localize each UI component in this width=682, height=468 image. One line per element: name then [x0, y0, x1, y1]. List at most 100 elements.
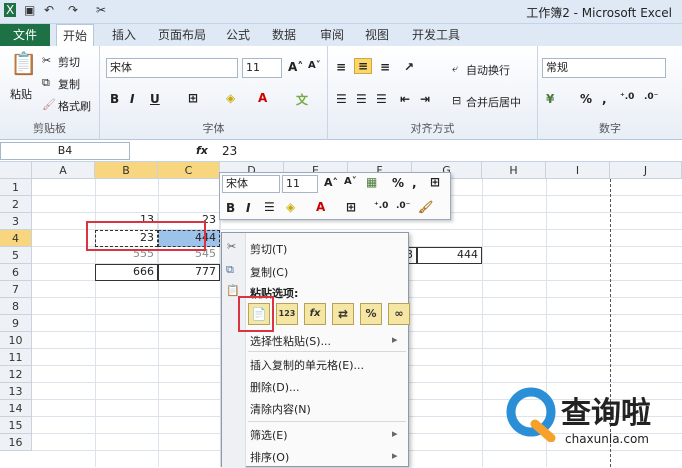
row-header[interactable]: 5 — [0, 247, 32, 264]
mini-format-painter-icon[interactable]: 🖌 — [418, 200, 433, 214]
row-header[interactable]: 12 — [0, 366, 32, 383]
fill-color-icon[interactable]: ◈ — [226, 91, 235, 105]
font-color-icon[interactable]: A — [258, 91, 267, 105]
align-right-icon[interactable]: ☰ — [376, 92, 387, 106]
row-header[interactable]: 3 — [0, 213, 32, 230]
col-header[interactable]: C — [158, 162, 220, 179]
row-header[interactable]: 1 — [0, 179, 32, 196]
mini-center-icon[interactable]: ☰ — [264, 200, 275, 214]
tab-home[interactable]: 开始 — [56, 24, 95, 46]
percent-button[interactable]: % — [580, 92, 592, 106]
menu-filter[interactable]: 筛选(E) — [250, 427, 288, 443]
cut-icon[interactable]: ✂ — [42, 54, 51, 67]
mini-border-icon[interactable]: ⊞ — [346, 200, 356, 214]
row-header[interactable]: 4 — [0, 230, 32, 247]
row-header[interactable]: 9 — [0, 315, 32, 332]
col-header[interactable]: J — [610, 162, 682, 179]
align-left-icon[interactable]: ☰ — [336, 92, 347, 106]
grow-font-icon[interactable]: A˄ — [288, 60, 303, 74]
paste-icon[interactable]: 📋 — [10, 52, 37, 77]
row-header[interactable]: 13 — [0, 383, 32, 400]
mini-inc-decimal-icon[interactable]: ⁺.0 — [374, 201, 388, 211]
bold-button[interactable]: B — [110, 92, 119, 106]
cell-c6[interactable]: 777 — [158, 264, 220, 281]
row-header[interactable]: 10 — [0, 332, 32, 349]
mini-percent-icon[interactable]: % — [392, 176, 404, 190]
mini-grow-font-icon[interactable]: A˄ — [324, 176, 338, 189]
redo-icon[interactable]: ↷ — [68, 3, 78, 17]
tab-page-layout[interactable]: 页面布局 — [158, 24, 206, 46]
mini-size-combo[interactable]: 11 — [282, 175, 318, 193]
align-middle-icon[interactable]: ≡ — [354, 58, 373, 74]
paste-button[interactable]: 粘贴 — [10, 86, 32, 102]
menu-delete[interactable]: 删除(D)... — [250, 379, 300, 395]
number-format-combo[interactable]: 常规 — [542, 58, 666, 78]
cell-g5[interactable]: 444 — [417, 247, 482, 264]
mini-fill-icon[interactable]: ◈ — [286, 200, 295, 214]
row-header[interactable]: 11 — [0, 349, 32, 366]
format-painter-button[interactable]: 格式刷 — [58, 98, 91, 114]
menu-sort[interactable]: 排序(O) — [250, 449, 289, 465]
col-header[interactable]: A — [32, 162, 95, 179]
row-header[interactable]: 6 — [0, 264, 32, 281]
tab-insert[interactable]: 插入 — [112, 24, 136, 46]
align-top-icon[interactable]: ≡ — [336, 60, 346, 74]
copy-button[interactable]: 复制 — [58, 76, 80, 92]
tab-file[interactable]: 文件 — [0, 24, 50, 46]
font-name-combo[interactable]: 宋体 — [106, 58, 238, 78]
undo-icon[interactable]: ↶ — [44, 3, 54, 17]
increase-decimal-icon[interactable]: ⁺.0 — [620, 92, 634, 102]
merge-center-button[interactable]: 合并后居中 — [466, 94, 521, 110]
mini-shrink-font-icon[interactable]: A˅ — [344, 176, 357, 187]
decrease-decimal-icon[interactable]: .0⁻ — [644, 92, 658, 102]
col-header[interactable]: B — [95, 162, 158, 179]
font-size-combo[interactable]: 11 — [242, 58, 282, 78]
row-header[interactable]: 15 — [0, 417, 32, 434]
paste-transpose-icon[interactable]: ⇄ — [332, 303, 354, 325]
mini-currency-icon[interactable]: ▦ — [366, 175, 377, 189]
menu-cut[interactable]: 剪切(T) — [250, 241, 287, 257]
underline-button[interactable]: U — [150, 92, 160, 106]
mini-format-icon[interactable]: ⊞ — [430, 175, 440, 189]
currency-icon[interactable]: ¥ — [546, 92, 554, 106]
mini-bold-button[interactable]: B — [226, 201, 235, 215]
paste-formulas-icon[interactable]: fx — [304, 303, 326, 325]
increase-indent-icon[interactable]: ⇥ — [420, 92, 430, 106]
tab-review[interactable]: 审阅 — [320, 24, 344, 46]
shrink-font-icon[interactable]: A˅ — [308, 60, 321, 71]
orientation-icon[interactable]: ↗ — [404, 60, 414, 74]
cell-b6[interactable]: 666 — [95, 264, 158, 281]
menu-insert-copied[interactable]: 插入复制的单元格(E)... — [250, 357, 364, 373]
formula-input[interactable]: 23 — [222, 144, 237, 158]
mini-dec-decimal-icon[interactable]: .0⁻ — [396, 201, 410, 211]
customize-icon[interactable]: ✂ — [96, 3, 106, 17]
decrease-indent-icon[interactable]: ⇤ — [400, 92, 410, 106]
paste-link-icon[interactable]: ∞ — [388, 303, 410, 325]
menu-paste-special[interactable]: 选择性粘贴(S)... — [250, 333, 331, 349]
tab-view[interactable]: 视图 — [365, 24, 389, 46]
merge-icon[interactable]: ⊟ — [452, 94, 461, 107]
menu-copy[interactable]: 复制(C) — [250, 264, 288, 280]
row-header[interactable]: 8 — [0, 298, 32, 315]
mini-font-color-icon[interactable]: A — [316, 200, 325, 214]
align-bottom-icon[interactable]: ≡ — [380, 60, 390, 74]
select-all-corner[interactable] — [0, 162, 32, 179]
mini-comma-icon[interactable]: , — [412, 176, 417, 190]
name-box[interactable]: B4 — [0, 142, 130, 160]
phonetic-icon[interactable]: 文 — [296, 91, 308, 108]
fx-icon[interactable]: fx — [196, 144, 208, 157]
menu-clear-contents[interactable]: 清除内容(N) — [250, 401, 311, 417]
mini-font-combo[interactable]: 宋体 — [222, 175, 280, 193]
row-header[interactable]: 14 — [0, 400, 32, 417]
align-center-icon[interactable]: ☰ — [356, 92, 367, 106]
wrap-text-button[interactable]: 自动换行 — [466, 62, 510, 78]
cut-button[interactable]: 剪切 — [58, 54, 80, 70]
tab-developer[interactable]: 开发工具 — [412, 24, 460, 46]
save-icon[interactable]: ▣ — [24, 3, 35, 17]
row-header[interactable]: 16 — [0, 434, 32, 451]
border-icon[interactable]: ⊞ — [188, 91, 198, 105]
tab-formulas[interactable]: 公式 — [226, 24, 250, 46]
copy-icon[interactable]: ⧉ — [42, 76, 50, 90]
comma-button[interactable]: , — [602, 92, 607, 106]
row-header[interactable]: 7 — [0, 281, 32, 298]
